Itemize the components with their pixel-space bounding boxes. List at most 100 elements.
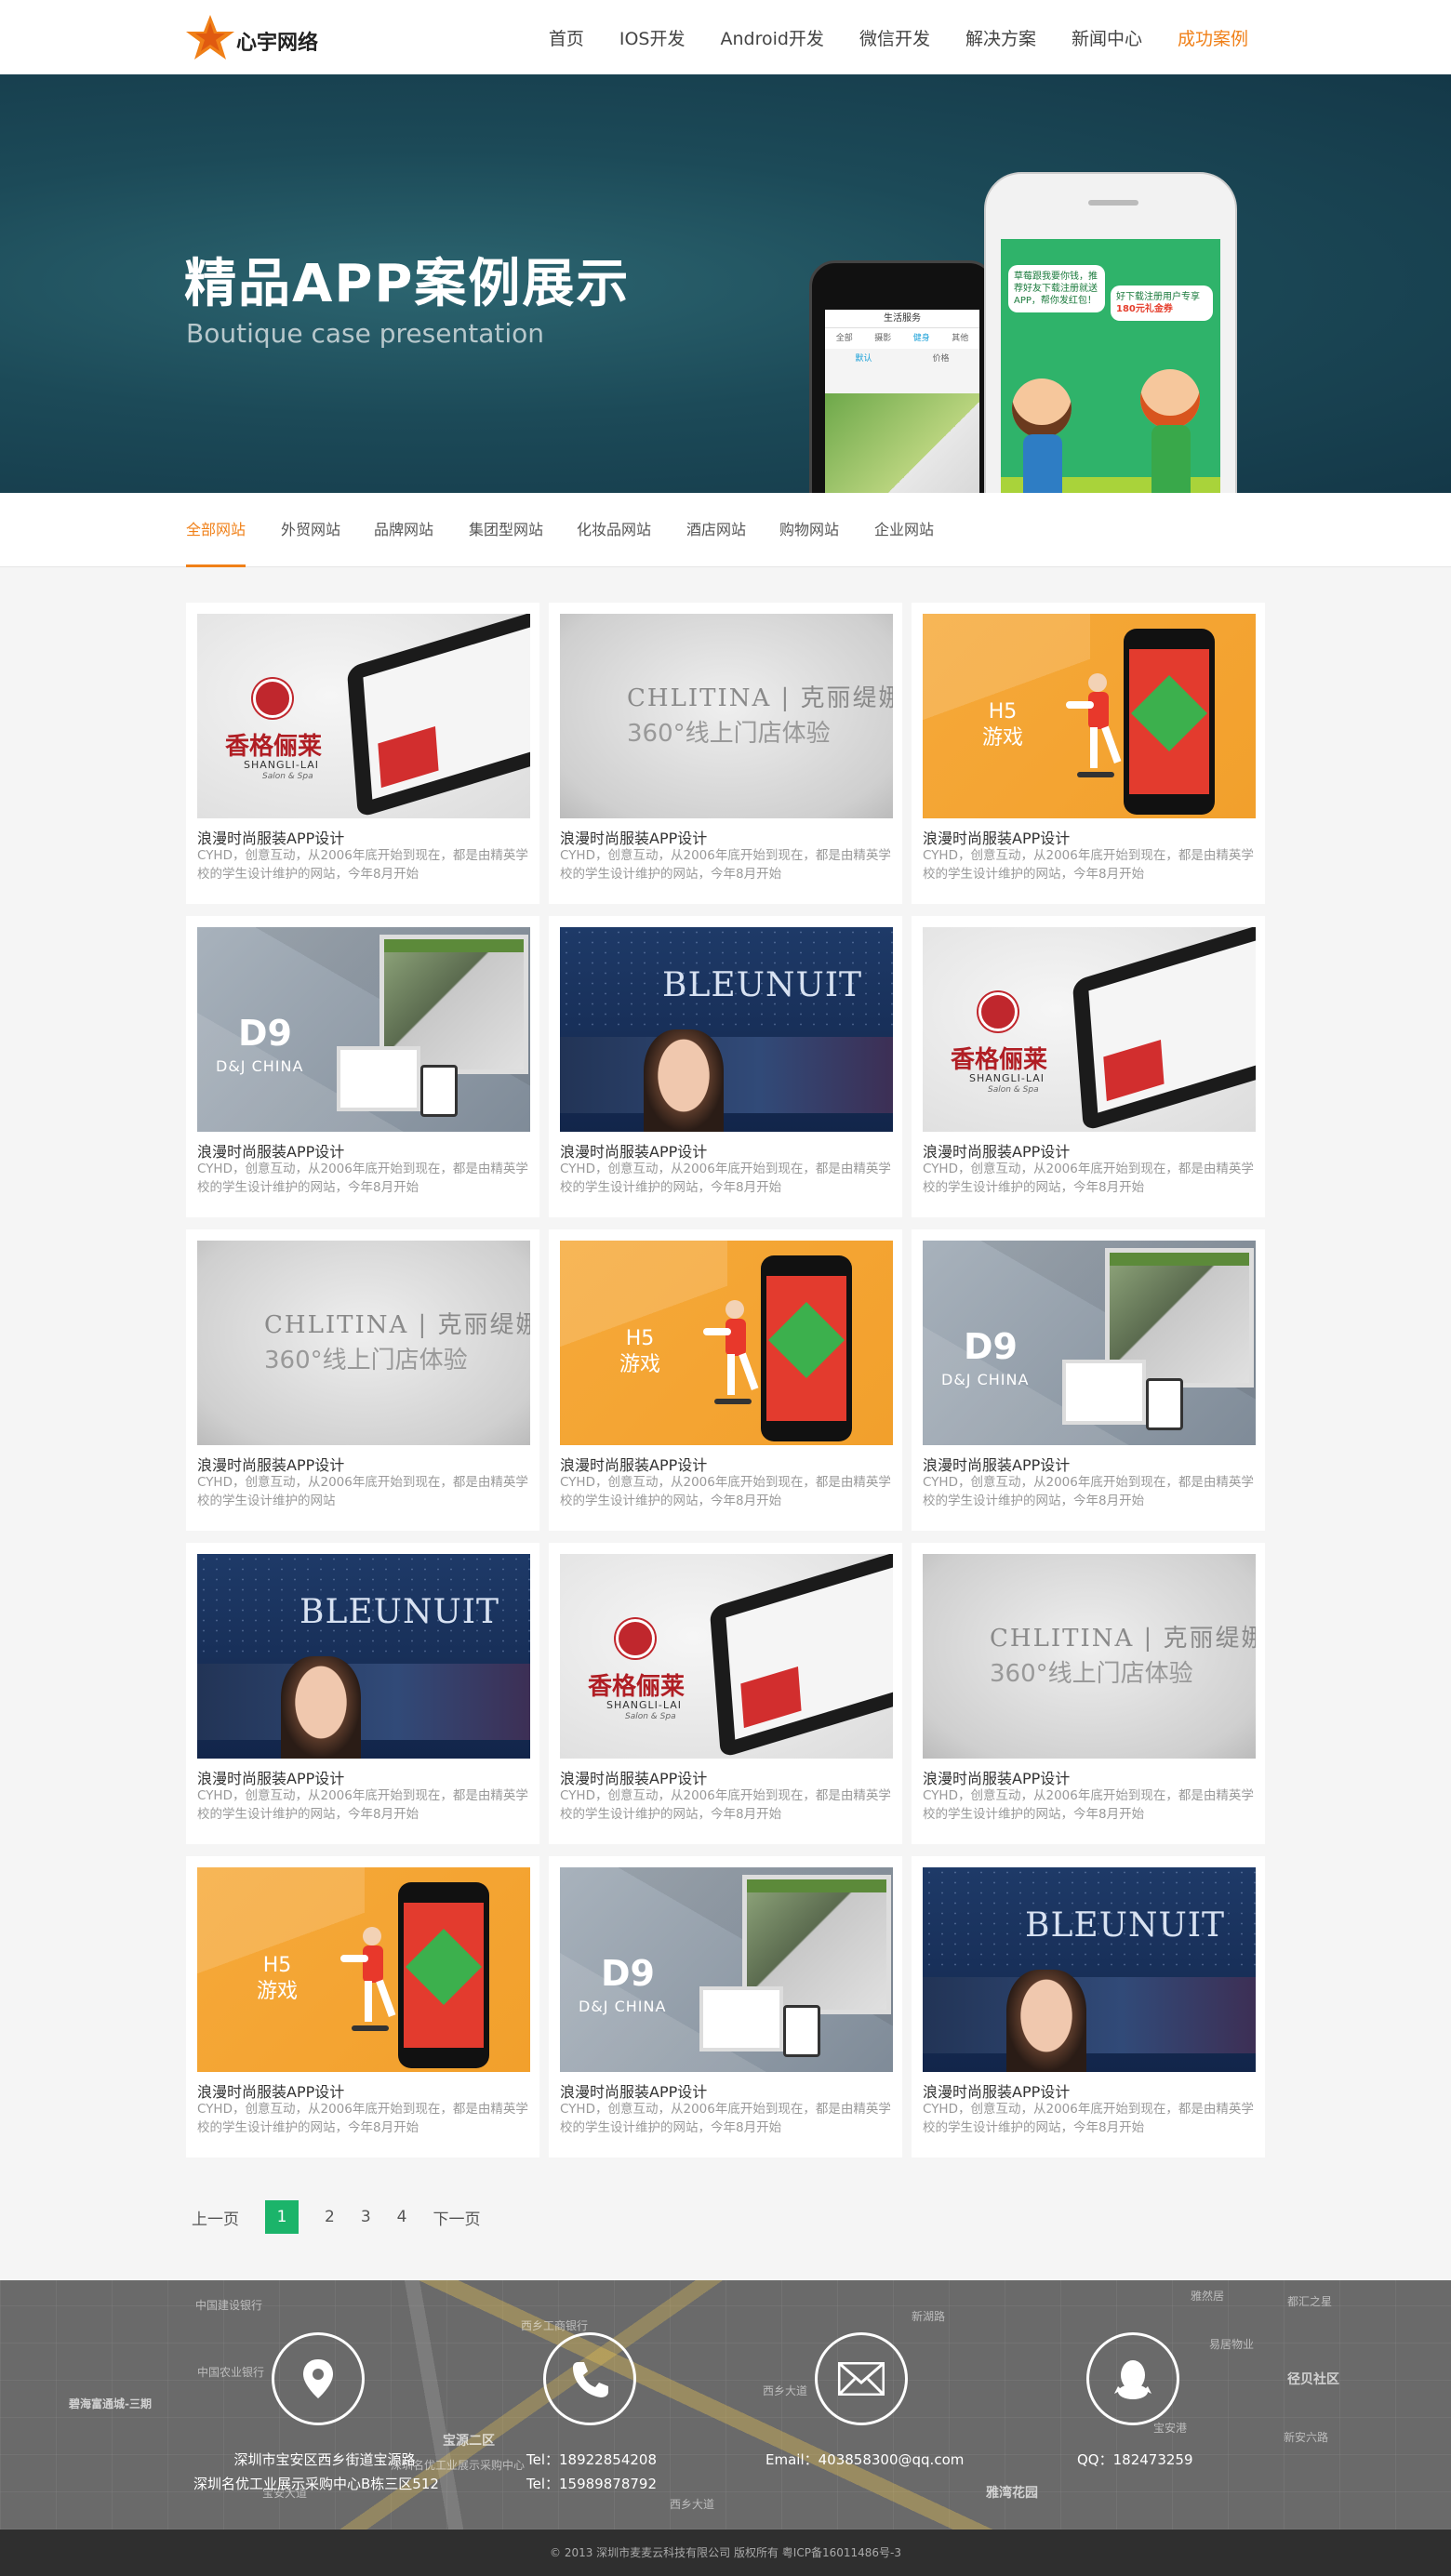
phone-back-subtab: 默认 [855, 354, 872, 364]
qq-text[interactable]: QQ：182473259 [1077, 2448, 1193, 2472]
case-title[interactable]: 浪漫时尚服装APP设计 [923, 2079, 1070, 2102]
pagination: 上一页 1 2 3 4 下一页 [192, 2200, 506, 2234]
case-thumbnail-h5[interactable]: H5 游戏 [923, 614, 1256, 818]
case-title[interactable]: 浪漫时尚服装APP设计 [923, 1139, 1070, 1162]
banner-title: 精品APP案例展示 [184, 254, 631, 314]
case-description: CYHD，创意互动，从2006年底开始到现在，都是由精英学校的学生设计维护的网站… [923, 2102, 1254, 2135]
case-card[interactable]: BLEUNUIT 浪漫时尚服装APP设计 CYHD，创意互动，从2006年底开始到… [549, 916, 902, 1217]
filter-shopping[interactable]: 购物网站 [779, 493, 839, 567]
case-title[interactable]: 浪漫时尚服装APP设计 [560, 1139, 707, 1162]
case-thumbnail-dj[interactable]: D9 D&J CHINA [923, 1241, 1256, 1445]
case-title[interactable]: 浪漫时尚服装APP设计 [197, 1766, 344, 1788]
case-card[interactable]: CHLITINA | 克丽缇娜 360°线上门店体验 浪漫时尚服装APP设计 CY… [912, 1543, 1265, 1844]
page-3-button[interactable]: 3 [361, 2208, 371, 2226]
case-title[interactable]: 浪漫时尚服装APP设计 [197, 2079, 344, 2102]
shangli-emblem-icon [616, 1619, 655, 1658]
filter-brand[interactable]: 品牌网站 [374, 493, 433, 567]
case-thumbnail-chlitina[interactable]: CHLITINA | 克丽缇娜 360°线上门店体验 [560, 614, 893, 818]
logo[interactable]: 心宇网络 [184, 13, 342, 61]
case-title[interactable]: 浪漫时尚服装APP设计 [197, 826, 344, 848]
phone-mockup [1124, 629, 1215, 815]
thumb-h5-line2: 游戏 [619, 1353, 661, 1376]
case-thumbnail-dj[interactable]: D9 D&J CHINA [560, 1867, 893, 2072]
model-portrait [644, 1029, 724, 1132]
phone-bubble-right-highlight: 180元礼金券 [1116, 304, 1173, 314]
case-title[interactable]: 浪漫时尚服装APP设计 [923, 1766, 1070, 1788]
phone-back-tab: 摄影 [874, 334, 892, 343]
case-card[interactable]: CHLITINA | 克丽缇娜 360°线上门店体验 浪漫时尚服装APP设计 CY… [186, 1229, 539, 1531]
case-title[interactable]: 浪漫时尚服装APP设计 [560, 1766, 707, 1788]
laptop-mockup [337, 1046, 420, 1111]
page-2-button[interactable]: 2 [325, 2208, 335, 2226]
skater-figure-icon [703, 1300, 759, 1404]
case-card[interactable]: D9 D&J CHINA 浪漫时尚服装APP设计 CYHD，创意互动，从2006年… [549, 1856, 902, 2158]
case-card[interactable]: 香格俪莱 SHANGLI-LAI Salon & Spa 浪漫时尚服装APP设计… [912, 916, 1265, 1217]
filter-enterprise[interactable]: 企业网站 [874, 493, 934, 567]
case-thumbnail-chlitina[interactable]: CHLITINA | 克丽缇娜 360°线上门店体验 [923, 1554, 1256, 1759]
case-thumbnail-h5[interactable]: H5 游戏 [197, 1867, 530, 2072]
filter-hotel[interactable]: 酒店网站 [686, 493, 746, 567]
case-thumbnail-bleunuit[interactable]: BLEUNUIT [923, 1867, 1256, 2072]
case-card[interactable]: BLEUNUIT 浪漫时尚服装APP设计 CYHD，创意互动，从2006年底开始到… [912, 1856, 1265, 2158]
nav-news[interactable]: 新闻中心 [1072, 25, 1142, 50]
case-card[interactable]: BLEUNUIT 浪漫时尚服装APP设计 CYHD，创意互动，从2006年底开始到… [186, 1543, 539, 1844]
case-card[interactable]: 香格俪莱 SHANGLI-LAI Salon & Spa 浪漫时尚服装APP设计… [186, 603, 539, 904]
address-text: 深圳市宝安区西乡街道宝源路 深圳名优工业展示采购中心B栋三区512 [193, 2448, 439, 2496]
case-title[interactable]: 浪漫时尚服装APP设计 [197, 1139, 344, 1162]
kid-right-body [1151, 425, 1191, 493]
page-1-button[interactable]: 1 [265, 2200, 299, 2234]
case-thumbnail-chlitina[interactable]: CHLITINA | 克丽缇娜 360°线上门店体验 [197, 1241, 530, 1445]
email-text[interactable]: Email：403858300@qq.com [765, 2448, 964, 2472]
thumb-brand-cn: 香格俪莱 [225, 733, 323, 761]
map-label: 西乡大道 [763, 2384, 808, 2397]
skater-figure-icon [340, 1927, 396, 2031]
map-label: 西乡大道 [670, 2498, 715, 2511]
nav-home[interactable]: 首页 [549, 25, 584, 50]
case-card[interactable]: D9 D&J CHINA 浪漫时尚服装APP设计 CYHD，创意互动，从2006年… [912, 1229, 1265, 1531]
case-thumbnail-shangli[interactable]: 香格俪莱 SHANGLI-LAI Salon & Spa [560, 1554, 893, 1759]
thumb-chlitina-line2: 360°线上门店体验 [990, 1660, 1193, 1688]
case-card[interactable]: D9 D&J CHINA 浪漫时尚服装APP设计 CYHD，创意互动，从2006年… [186, 916, 539, 1217]
nav-cases[interactable]: 成功案例 [1178, 25, 1248, 50]
nav-android[interactable]: Android开发 [720, 25, 823, 50]
case-card[interactable]: H5 游戏 浪漫时尚服装APP设计 CYHD，创意互动，从2006年底开始到现在，… [186, 1856, 539, 2158]
tel-1: Tel：18922854208 [526, 2451, 657, 2468]
case-card[interactable]: CHLITINA | 克丽缇娜 360°线上门店体验 浪漫时尚服装APP设计 CY… [549, 603, 902, 904]
case-title[interactable]: 浪漫时尚服装APP设计 [923, 826, 1070, 848]
case-thumbnail-bleunuit[interactable]: BLEUNUIT [560, 927, 893, 1132]
thumb-h5-line1: H5 [625, 1327, 655, 1350]
case-title[interactable]: 浪漫时尚服装APP设计 [560, 1453, 707, 1475]
filter-cosmetics[interactable]: 化妆品网站 [577, 493, 651, 567]
footer-contact: 中国建设银行 西乡工商银行 中国农业银行 碧海富通城-三期 宝源二区 雅湾花园 … [0, 2280, 1451, 2530]
case-thumbnail-dj[interactable]: D9 D&J CHINA [197, 927, 530, 1132]
case-title[interactable]: 浪漫时尚服装APP设计 [197, 1453, 344, 1475]
thumb-h5-text: H5 游戏 [619, 1326, 660, 1378]
case-thumbnail-shangli[interactable]: 香格俪莱 SHANGLI-LAI Salon & Spa [923, 927, 1256, 1132]
thumb-dj-text: D&J CHINA [216, 1057, 304, 1075]
case-thumbnail-bleunuit[interactable]: BLEUNUIT [197, 1554, 530, 1759]
nav-solutions[interactable]: 解决方案 [965, 25, 1036, 50]
prev-page-button[interactable]: 上一页 [192, 2206, 239, 2229]
case-title[interactable]: 浪漫时尚服装APP设计 [560, 826, 707, 848]
phone-back-subtabs: 默认 价格 [825, 349, 979, 369]
case-title[interactable]: 浪漫时尚服装APP设计 [560, 2079, 707, 2102]
next-page-button[interactable]: 下一页 [433, 2206, 480, 2229]
filter-foreign-trade[interactable]: 外贸网站 [281, 493, 340, 567]
case-card[interactable]: 香格俪莱 SHANGLI-LAI Salon & Spa 浪漫时尚服装APP设计… [549, 1543, 902, 1844]
nav-ios[interactable]: IOS开发 [619, 25, 686, 50]
case-card[interactable]: H5 游戏 浪漫时尚服装APP设计 CYHD，创意互动，从2006年底开始到现在，… [912, 603, 1265, 904]
nav-wechat[interactable]: 微信开发 [859, 25, 930, 50]
case-thumbnail-shangli[interactable]: 香格俪莱 SHANGLI-LAI Salon & Spa [197, 614, 530, 818]
case-title[interactable]: 浪漫时尚服装APP设计 [923, 1453, 1070, 1475]
thumb-dj-mark: D9 [601, 1953, 655, 1994]
case-card[interactable]: H5 游戏 浪漫时尚服装APP设计 CYHD，创意互动，从2006年底开始到现在，… [549, 1229, 902, 1531]
case-thumbnail-h5[interactable]: H5 游戏 [560, 1241, 893, 1445]
tablet-mockup [709, 1554, 893, 1759]
filter-group[interactable]: 集团型网站 [469, 493, 543, 567]
filter-all[interactable]: 全部网站 [186, 493, 246, 567]
thumb-dj-mark: D9 [964, 1326, 1018, 1367]
address-line-2: 深圳名优工业展示采购中心B栋三区512 [193, 2476, 439, 2492]
thumb-brand-en: SHANGLI-LAI [969, 1072, 1045, 1084]
page-4-button[interactable]: 4 [397, 2208, 407, 2226]
mail-icon [815, 2332, 908, 2425]
